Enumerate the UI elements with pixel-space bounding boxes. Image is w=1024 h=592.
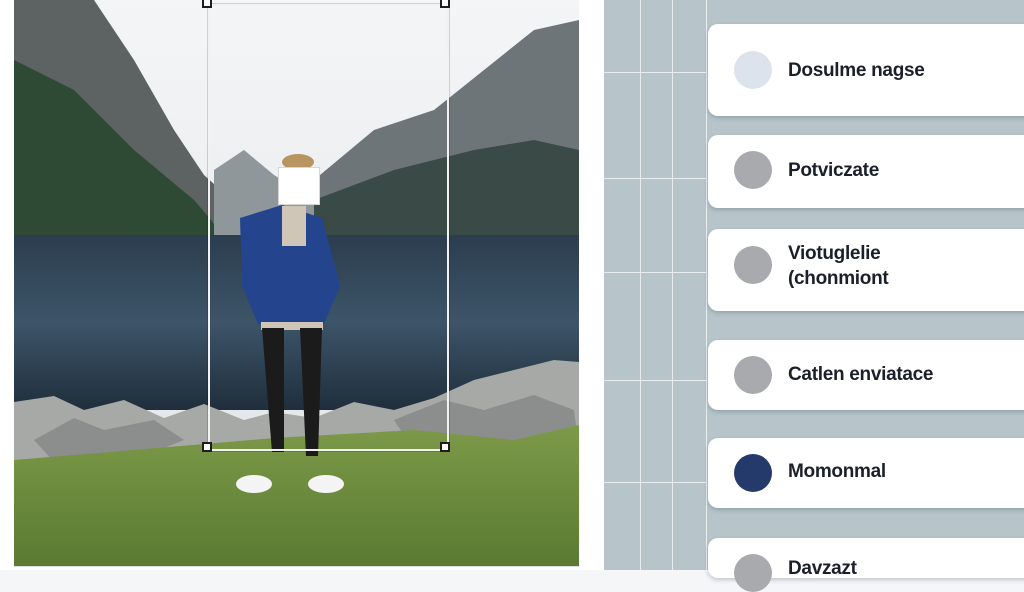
option-dot-icon [734,246,772,284]
crop-frame[interactable] [208,4,449,451]
panel-grid-line [672,0,673,570]
crop-handle-top-right[interactable] [440,0,450,8]
option-label: Davzazt [788,558,857,579]
style-option-3[interactable]: Viotuglelie (chonmiont [708,229,1024,311]
option-dot-icon [734,554,772,592]
panel-grid-line [604,272,706,273]
panel-grid-line [706,0,707,570]
crop-handle-top-left[interactable] [202,0,212,8]
crop-handle-bottom-left[interactable] [202,442,212,452]
style-option-5-selected[interactable]: Momonmal [708,438,1024,508]
option-dot-icon [734,151,772,189]
option-label: Catlen enviatace [788,364,934,385]
style-option-2[interactable]: Potviczate [708,135,1024,208]
panel-grid-line [604,482,706,483]
option-label: Potviczate [788,160,879,181]
style-option-1[interactable]: Dosulme nagse [708,24,1024,116]
option-label: Momonmal [788,461,886,482]
option-label: Viotuglelie (chonmiont [788,243,889,289]
crop-handle-bottom-right[interactable] [440,442,450,452]
panel-grid-line [604,178,706,179]
option-dot-icon [734,51,772,89]
panel-grid-line [640,0,641,570]
option-dot-icon [734,454,772,492]
panel-grid-line [604,72,706,73]
panel-grid-line [604,380,706,381]
style-option-6[interactable]: Davzazt [708,538,1024,592]
image-canvas [0,0,604,570]
option-label: Dosulme nagse [788,60,925,81]
option-dot-icon [734,356,772,394]
style-option-4[interactable]: Catlen enviatace [708,340,1024,410]
